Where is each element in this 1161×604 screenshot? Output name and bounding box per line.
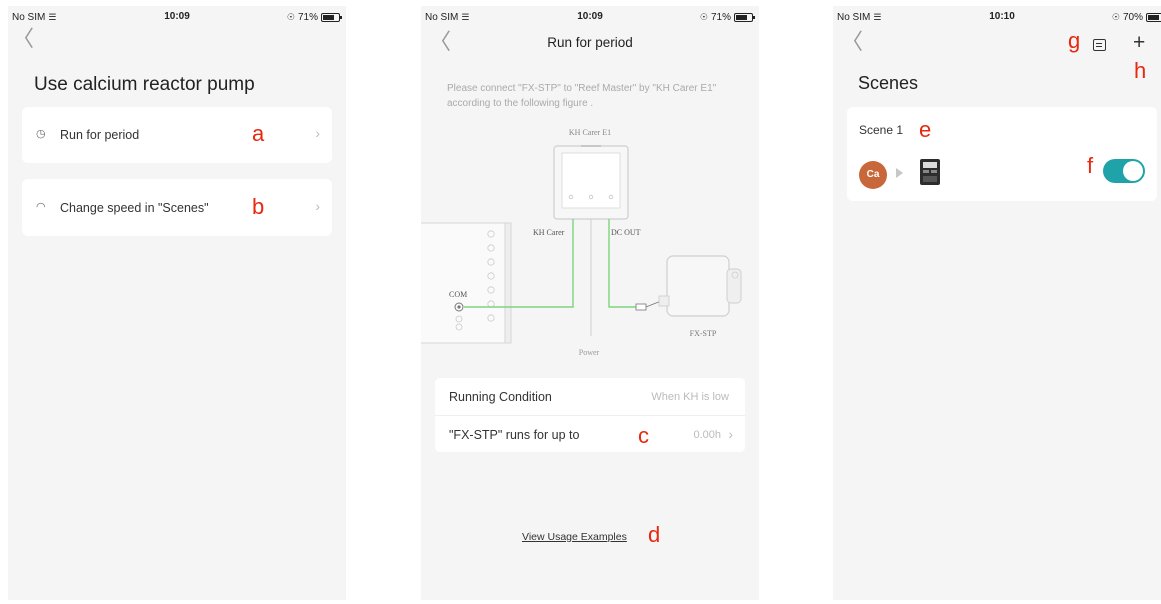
back-button[interactable]: 〈	[12, 28, 34, 50]
annotation-h: h	[1134, 58, 1147, 83]
run-for-period-item[interactable]: ◷ Run for period a ›	[22, 107, 332, 163]
status-bar: No SIM ☰ 10:09 ☉ 71%	[421, 6, 759, 26]
arrow-right-icon	[896, 168, 903, 178]
chevron-right-icon: ›	[315, 198, 320, 214]
location-icon: ☉	[1111, 12, 1120, 22]
dc-out-label: DC OUT	[611, 228, 641, 237]
scene-name: Scene 1	[859, 123, 904, 137]
kh-carer-label: KH Carer E1	[569, 128, 611, 137]
change-speed-item[interactable]: ◠ Change speed in "Scenes" b ›	[22, 179, 332, 236]
scene-toggle[interactable]	[1103, 159, 1145, 183]
scene-list-icon[interactable]	[1093, 39, 1106, 51]
power-label: Power	[579, 348, 600, 357]
annotation-f: f	[1087, 153, 1094, 178]
reef-master-device	[421, 222, 506, 344]
page-title: Scenes	[858, 73, 919, 93]
location-icon: ☉	[699, 12, 708, 22]
battery-icon	[321, 13, 342, 22]
annotation-e: e	[919, 117, 932, 142]
phone-screen-3: No SIM ☰ 10:10 ☉ 70% 〈 g + h Scenes Scene…	[833, 6, 1161, 600]
location-icon: ☉	[286, 12, 295, 22]
battery-percent: 70%	[1122, 12, 1143, 23]
run-duration-row[interactable]: "FX-STP" runs for up to c 0.00h ›	[435, 415, 745, 452]
running-condition-row[interactable]: Running Condition When KH is low	[435, 378, 745, 415]
row-label: "FX-STP" runs for up to	[449, 428, 580, 442]
view-usage-examples-link[interactable]: View Usage Examples	[522, 531, 627, 543]
fx-stp-label: FX-STP	[690, 329, 717, 338]
battery-percent: 71%	[297, 12, 318, 23]
row-value: When KH is low	[651, 391, 729, 403]
com-label: COM	[449, 290, 467, 299]
add-scene-icon[interactable]: +	[1133, 32, 1145, 53]
settings-card: Running Condition When KH is low "FX-STP…	[435, 378, 745, 452]
connection-diagram: COM KH Carer E1 KH Carer DC OUT Power FX…	[421, 128, 742, 357]
scene-card[interactable]: Scene 1 e Ca f	[847, 107, 1157, 201]
pump-device-icon	[920, 159, 940, 185]
battery-percent: 71%	[710, 12, 731, 23]
status-bar: No SIM ☰ 10:09 ☉ 71%	[8, 6, 346, 26]
phone-screen-1: No SIM ☰ 10:09 ☉ 71% 〈 Use calcium reacto…	[8, 6, 346, 600]
back-button[interactable]: 〈	[841, 31, 863, 53]
annotation-c: c	[638, 423, 649, 448]
row-label: Running Condition	[449, 390, 552, 404]
chevron-right-icon: ›	[315, 125, 320, 141]
annotation-d: d	[648, 522, 661, 547]
row-value: 0.00h	[693, 429, 721, 441]
kh-carer-port-label: KH Carer	[533, 228, 565, 237]
item-label: Run for period	[60, 128, 140, 142]
annotation-g: g	[1068, 28, 1081, 53]
annotation-b: b	[252, 194, 265, 219]
connection-instruction: Please connect "FX-STP" to "Reef Master"…	[447, 83, 717, 109]
item-label: Change speed in "Scenes"	[60, 201, 209, 215]
page-title: Use calcium reactor pump	[34, 74, 255, 95]
annotation-a: a	[252, 121, 265, 146]
battery-icon	[734, 13, 755, 22]
chevron-right-icon: ›	[728, 426, 733, 442]
clock-icon: ◷	[36, 128, 46, 140]
calcium-avatar: Ca	[859, 161, 887, 189]
page-title: Run for period	[547, 35, 633, 50]
battery-icon	[1146, 13, 1161, 22]
fx-stp-pump	[658, 255, 742, 317]
phone-screen-2: No SIM ☰ 10:09 ☉ 71% 〈 Run for period Ple…	[421, 6, 759, 600]
gauge-icon: ◠	[36, 201, 46, 213]
status-bar: No SIM ☰ 10:10 ☉ 70%	[833, 6, 1161, 26]
